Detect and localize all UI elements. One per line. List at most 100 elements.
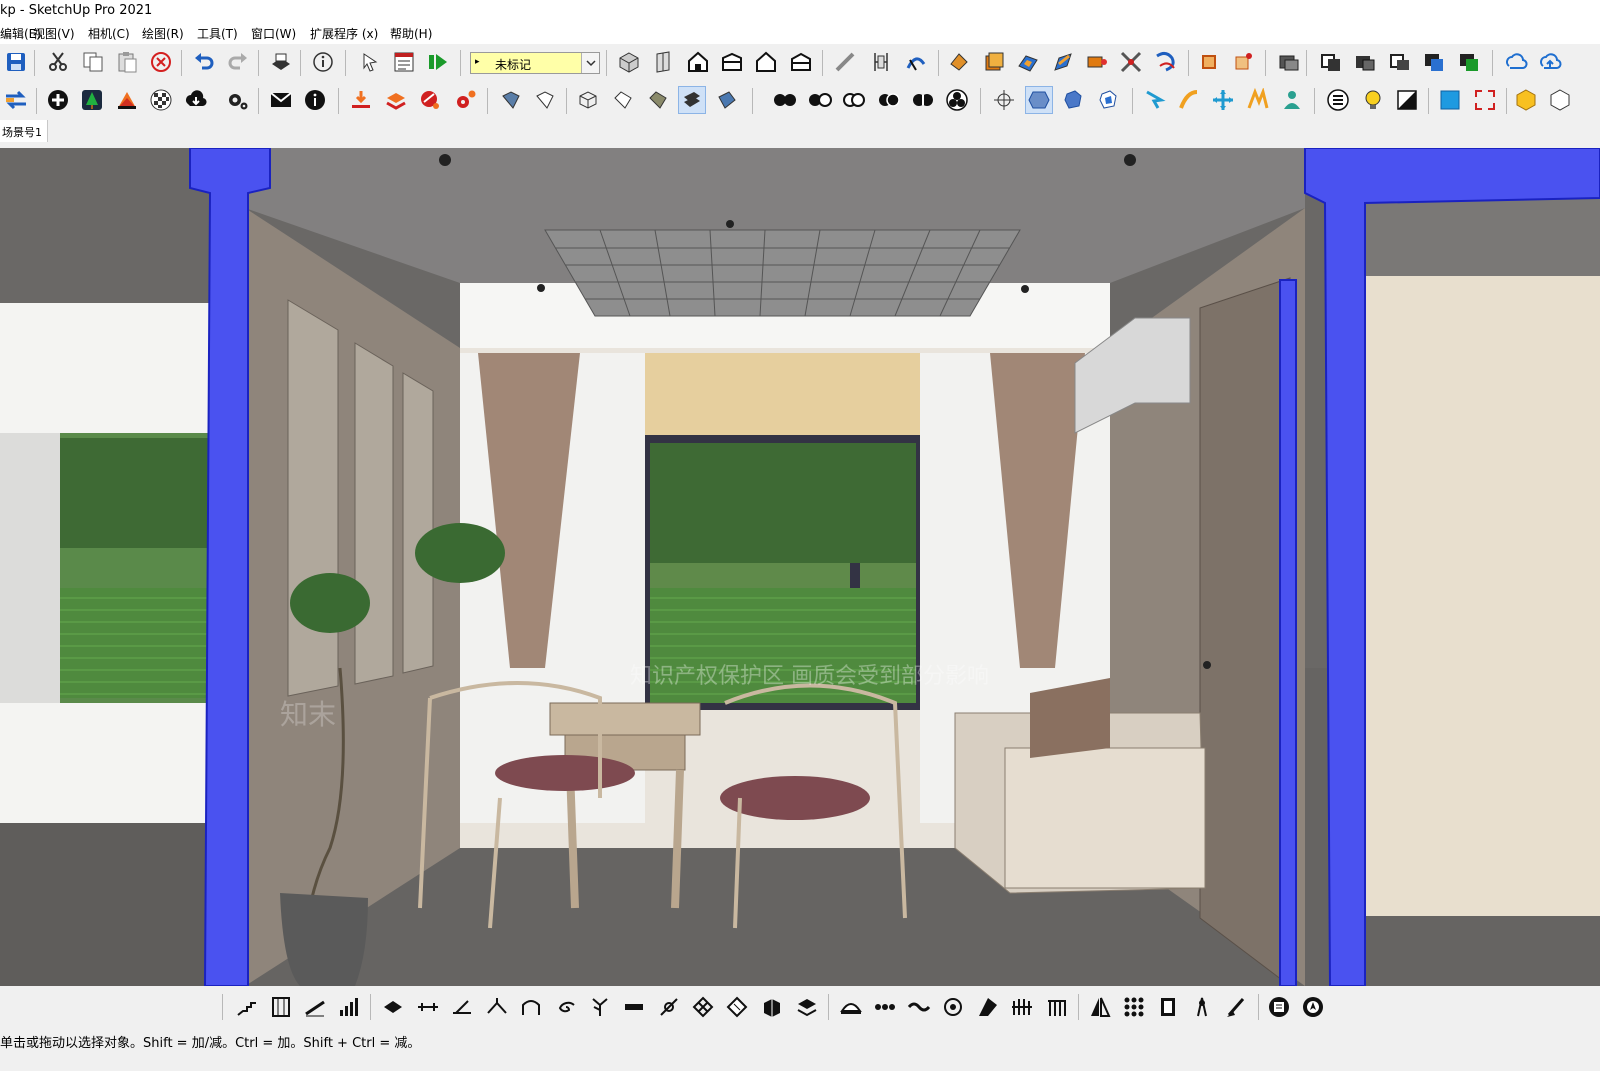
print-icon[interactable]	[268, 49, 294, 75]
branch-icon[interactable]	[587, 994, 613, 1020]
wave-icon[interactable]	[906, 994, 932, 1020]
blue-square-icon[interactable]	[1437, 87, 1463, 113]
document-icon[interactable]	[1155, 994, 1181, 1020]
rail-icon[interactable]	[415, 994, 441, 1020]
layer-dropdown[interactable]: ▸ 未标记	[470, 52, 600, 74]
fence-icon[interactable]	[1009, 994, 1035, 1020]
move-cross-icon[interactable]	[1210, 87, 1236, 113]
redo-icon[interactable]	[225, 49, 251, 75]
section-cut-icon[interactable]	[1060, 87, 1086, 113]
settings-gears-icon[interactable]	[224, 87, 250, 113]
pillars-icon[interactable]	[1044, 994, 1070, 1020]
chain-icon[interactable]	[872, 994, 898, 1020]
dimension-tool-icon[interactable]	[868, 49, 894, 75]
hexagon-icon[interactable]	[1513, 87, 1539, 113]
walk-icon[interactable]	[1141, 87, 1167, 113]
flat-roof-icon[interactable]	[621, 994, 647, 1020]
scale-tool-icon[interactable]	[1084, 49, 1110, 75]
tile-icon[interactable]	[690, 994, 716, 1020]
paint-bucket-icon[interactable]	[946, 49, 972, 75]
shaded-texture-icon[interactable]	[645, 87, 671, 113]
model-info-icon[interactable]	[310, 49, 336, 75]
split-icon[interactable]	[944, 87, 970, 113]
face-style-icon[interactable]	[498, 87, 524, 113]
stairs-icon[interactable]	[234, 994, 260, 1020]
cloud-upload-icon[interactable]	[1537, 49, 1563, 75]
hidden-line-icon[interactable]	[532, 87, 558, 113]
shadow-toggle-icon[interactable]	[1394, 87, 1420, 113]
fold-icon[interactable]	[975, 994, 1001, 1020]
wireframe-icon[interactable]	[575, 87, 601, 113]
erase-selection-icon[interactable]	[148, 49, 174, 75]
measure-icon[interactable]	[1245, 87, 1271, 113]
trim-icon[interactable]	[910, 87, 936, 113]
explode-icon[interactable]	[1352, 49, 1378, 75]
pan-curve-icon[interactable]	[1176, 87, 1202, 113]
rotate-tool-icon[interactable]	[1050, 49, 1076, 75]
slope-icon[interactable]	[302, 994, 328, 1020]
render-material-icon[interactable]	[417, 87, 443, 113]
shaded-with-textures-icon[interactable]	[678, 86, 706, 114]
bar-steps-icon[interactable]	[336, 994, 362, 1020]
shaded-icon[interactable]	[610, 87, 636, 113]
mirror-icon[interactable]	[1087, 994, 1113, 1020]
undo-icon[interactable]	[191, 49, 217, 75]
chevron-down-icon[interactable]	[581, 53, 599, 73]
scatter-tool-icon[interactable]	[484, 994, 510, 1020]
menu-draw[interactable]: 绘图(R)	[142, 25, 184, 42]
back-view-icon[interactable]	[753, 49, 779, 75]
solid-tools-icon[interactable]	[1421, 49, 1447, 75]
cut-icon[interactable]	[45, 49, 71, 75]
material-fan-icon[interactable]	[114, 87, 140, 113]
cloud-sync-icon[interactable]	[1503, 49, 1529, 75]
spiral-icon[interactable]	[553, 994, 579, 1020]
subtract-icon[interactable]	[876, 87, 902, 113]
home-front-view-icon[interactable]	[685, 49, 711, 75]
arch-tool-icon[interactable]	[518, 994, 544, 1020]
layers-stack-icon[interactable]	[794, 994, 820, 1020]
lock-component-icon[interactable]	[1387, 49, 1413, 75]
person-icon[interactable]	[1279, 87, 1305, 113]
zoom-extents-icon[interactable]	[1472, 87, 1498, 113]
box-select-icon[interactable]	[1196, 49, 1222, 75]
copy-icon[interactable]	[80, 49, 106, 75]
roof-tool-icon[interactable]	[380, 994, 406, 1020]
save-icon[interactable]	[3, 49, 29, 75]
top-view-icon[interactable]	[651, 49, 677, 75]
group-icon[interactable]	[1318, 49, 1344, 75]
section-plane-icon[interactable]	[1025, 86, 1053, 114]
menu-help[interactable]: 帮助(H)	[390, 25, 432, 42]
light-bulb-icon[interactable]	[1360, 87, 1386, 113]
xray-icon[interactable]	[772, 87, 798, 113]
menu-view[interactable]: 视图(V)	[33, 25, 75, 42]
intersect-icon[interactable]	[1118, 49, 1144, 75]
line-tool-icon[interactable]	[832, 49, 858, 75]
transfer-icon[interactable]	[3, 87, 29, 113]
import-layer-icon[interactable]	[348, 87, 374, 113]
play-scene-icon[interactable]	[425, 49, 451, 75]
menu-window[interactable]: 窗口(W)	[251, 25, 296, 42]
cloud-download-icon[interactable]	[183, 87, 209, 113]
menu-extensions[interactable]: 扩展程序 (x)	[310, 25, 378, 42]
dome-icon[interactable]	[838, 994, 864, 1020]
list-icon[interactable]	[1325, 87, 1351, 113]
box-3d-icon[interactable]	[759, 994, 785, 1020]
column-icon[interactable]	[268, 994, 294, 1020]
brush-icon[interactable]	[1224, 994, 1250, 1020]
back-edges-icon[interactable]	[807, 87, 833, 113]
grid-tile-icon[interactable]	[724, 994, 750, 1020]
tag-marker-icon[interactable]	[1189, 994, 1215, 1020]
paste-icon[interactable]	[114, 49, 140, 75]
offset-tool-icon[interactable]	[1015, 49, 1041, 75]
render-settings-icon[interactable]	[452, 87, 478, 113]
pen-join-icon[interactable]	[656, 994, 682, 1020]
iso-view-icon[interactable]	[616, 49, 642, 75]
hexagon-outline-icon[interactable]	[1547, 87, 1573, 113]
snap-point-icon[interactable]	[1230, 49, 1256, 75]
compass-icon[interactable]	[1300, 994, 1326, 1020]
monochrome-icon[interactable]	[714, 87, 740, 113]
add-circle-icon[interactable]	[45, 87, 71, 113]
section-fill-icon[interactable]	[1095, 87, 1121, 113]
outliner-icon[interactable]	[391, 49, 417, 75]
checker-texture-icon[interactable]	[148, 87, 174, 113]
